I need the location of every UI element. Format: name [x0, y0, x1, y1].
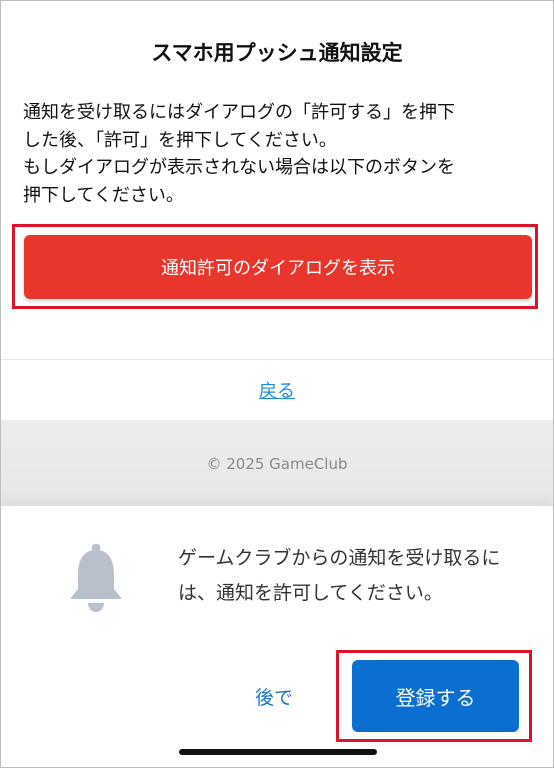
copyright-text: © 2025 GameClub	[206, 455, 348, 473]
instruction-line-1: 通知を受け取るにはダイアログの「許可する」を押下	[23, 102, 455, 123]
instruction-text: 通知を受け取るにはダイアログの「許可する」を押下 した後、「許可」を押下してくだ…	[23, 99, 533, 209]
show-permission-dialog-button[interactable]: 通知許可のダイアログを表示	[24, 235, 532, 299]
page-title: スマホ用プッシュ通知設定	[151, 41, 403, 65]
later-button[interactable]: 後で	[241, 681, 307, 715]
register-button[interactable]: 登録する	[352, 660, 519, 732]
instruction-line-2: した後、「許可」を押下してください。	[23, 129, 337, 151]
instruction-line-4: 押下してください。	[23, 184, 184, 206]
bell-icon	[67, 544, 125, 616]
section-divider	[1, 359, 553, 360]
instruction-line-3: もしダイアログが表示されない場合は以下のボタンを	[23, 157, 455, 178]
home-indicator	[179, 749, 377, 755]
phone-screen: スマホ用プッシュ通知設定 通知を受け取るにはダイアログの「許可する」を押下 した…	[0, 0, 554, 768]
back-link[interactable]: 戻る	[1, 377, 553, 403]
permission-message: ゲームクラブからの通知を受け取るには、通知を許可してください。	[178, 547, 501, 604]
